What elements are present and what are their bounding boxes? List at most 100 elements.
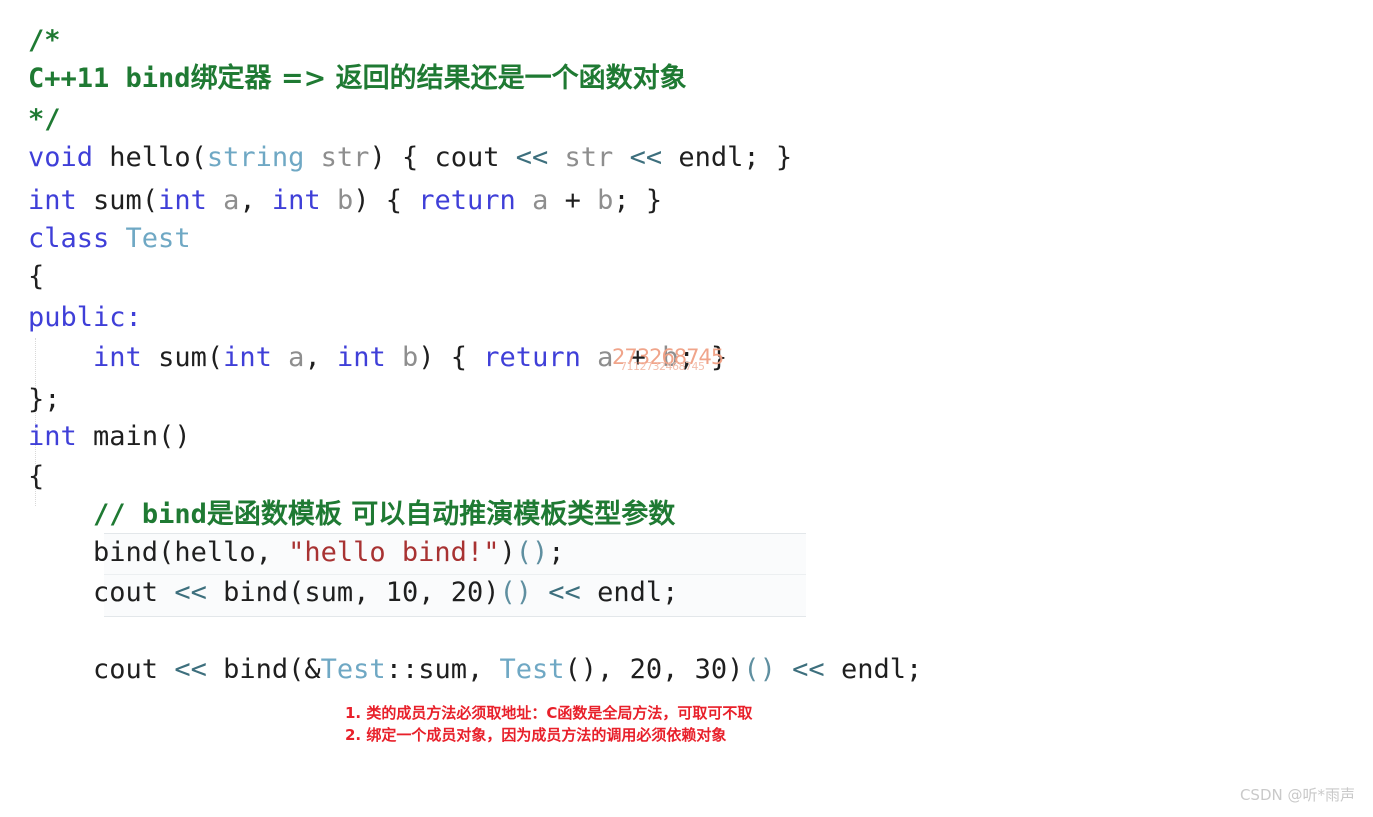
- code-line-header-comment: C++11 bind绑定器 => 返回的结果还是一个函数对象: [28, 64, 687, 94]
- code-highlight-divider: [104, 574, 806, 575]
- token-paren-amp: (&: [288, 654, 321, 685]
- code-line-hello-function: void hello(string str) { cout << str << …: [28, 143, 792, 173]
- token-op-shift-2: <<: [548, 577, 581, 608]
- token-comma: ,: [418, 577, 451, 608]
- code-line-comment-close: */: [28, 105, 61, 135]
- token-brace-open: {: [28, 261, 45, 292]
- token-op-shift-2: <<: [629, 142, 663, 173]
- token-op-plus: +: [629, 342, 646, 373]
- token-comma: ,: [662, 654, 695, 685]
- token-ident-str-2: str: [564, 142, 614, 173]
- token-name-sum: sum: [418, 654, 467, 685]
- token-keyword-void: void: [28, 142, 94, 173]
- code-line-bind-hello: bind(hello, "hello bind!")();: [28, 537, 564, 568]
- token-scope-op: ::: [385, 654, 419, 685]
- token-string-hello-bind: "hello bind!": [288, 537, 500, 568]
- token-name-endl: endl: [597, 577, 663, 608]
- token-name-cout: cout: [93, 577, 159, 608]
- token-comment-open: /*: [28, 25, 61, 56]
- token-keyword-class: class: [28, 223, 110, 254]
- token-paren-close-brace: ) {: [418, 342, 484, 373]
- token-num-30: 30: [694, 654, 728, 685]
- token-brace-close-semicolon: };: [28, 384, 61, 415]
- token-paren-close: ) {: [369, 142, 435, 173]
- token-paren-open: (: [158, 537, 175, 568]
- token-ident-str: str: [320, 142, 370, 173]
- code-line-inline-comment: // bind是函数模板 可以自动推演模板类型参数: [28, 500, 675, 530]
- code-line-class-decl: class Test: [28, 224, 191, 254]
- token-ctor-parens: (): [564, 654, 598, 685]
- token-ident-b: b: [336, 185, 354, 216]
- token-comma: ,: [597, 654, 630, 685]
- token-op-shift-2: <<: [792, 654, 825, 685]
- token-comment-cjk: 是函数模板 可以自动推演模板类型参数: [206, 499, 676, 530]
- token-paren-open: (: [206, 342, 224, 373]
- token-name-endl: endl: [840, 654, 906, 685]
- token-keyword-return: return: [483, 342, 581, 373]
- token-keyword-int-a: int: [223, 342, 272, 373]
- token-num-10: 10: [385, 577, 419, 608]
- token-name-bind: bind: [93, 537, 159, 568]
- token-semicolon: ;: [905, 654, 923, 685]
- token-name-cout: cout: [434, 142, 500, 173]
- token-op-shift: <<: [515, 142, 549, 173]
- token-keyword-return: return: [418, 185, 516, 216]
- token-op-plus: +: [564, 185, 581, 216]
- token-comma: ,: [466, 654, 500, 685]
- token-semicolon-brace: ; }: [613, 185, 663, 216]
- token-comma: ,: [239, 185, 272, 216]
- token-ident-b: b: [402, 342, 419, 373]
- token-comma: ,: [304, 342, 337, 373]
- token-type-string: string: [206, 142, 305, 173]
- token-keyword-public: public:: [28, 302, 142, 333]
- token-header-comment-cjk: 绑定器 => 返回的结果还是一个函数对象: [190, 63, 687, 94]
- token-type-test: Test: [320, 654, 386, 685]
- token-paren-open: (: [190, 142, 207, 173]
- token-ident-a-2: a: [532, 185, 549, 216]
- annotation-block: 1. 类的成员方法必须取地址：C函数是全局方法，可取可不取 2. 绑定一个成员对…: [345, 702, 1145, 746]
- code-line-class-close-brace: };: [28, 385, 61, 415]
- token-name-endl: endl: [678, 142, 744, 173]
- token-comma: ,: [255, 537, 289, 568]
- token-keyword-int: int: [28, 421, 77, 452]
- token-paren-open: (: [141, 185, 159, 216]
- token-ident-b-2: b: [662, 342, 679, 373]
- token-name-bind: bind: [223, 577, 289, 608]
- token-paren-close: ): [727, 654, 744, 685]
- token-op-shift: <<: [174, 654, 207, 685]
- token-semicolon-brace: ; }: [678, 342, 728, 373]
- token-name-cout: cout: [93, 654, 159, 685]
- code-line-bind-sum: cout << bind(sum, 10, 20)() << endl;: [28, 578, 678, 608]
- code-line-global-sum: int sum(int a, int b) { return a + b; }: [28, 186, 662, 216]
- token-keyword-int: int: [28, 185, 77, 216]
- token-brace-open: {: [28, 461, 45, 492]
- code-line-public-label: public:: [28, 303, 142, 333]
- token-name-sum: sum: [304, 577, 354, 608]
- code-line-main-open-brace: {: [28, 462, 44, 492]
- code-line-class-open-brace: {: [28, 262, 44, 292]
- csdn-watermark: CSDN @听*雨声: [1239, 786, 1355, 804]
- token-keyword-int-b: int: [336, 342, 386, 373]
- token-call-parens: (): [499, 577, 533, 608]
- token-type-test: Test: [125, 223, 191, 254]
